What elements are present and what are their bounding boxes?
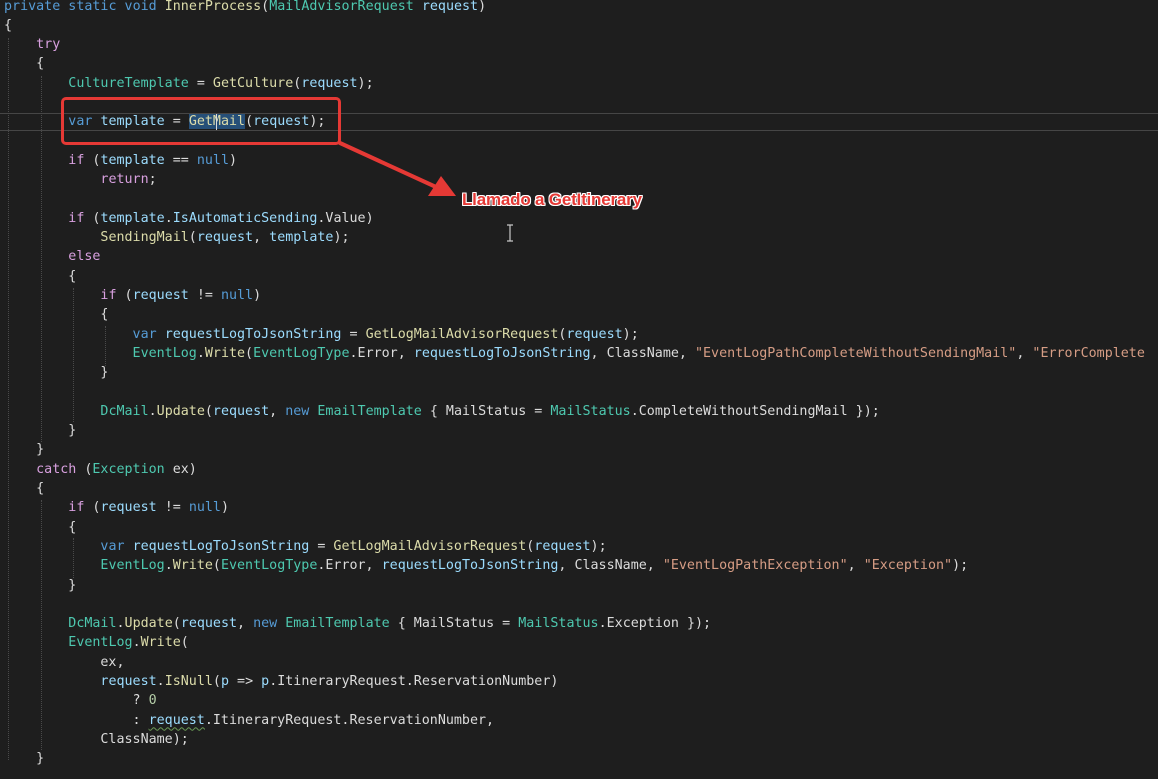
callout-label: Llamado a GetItinerary [462,190,642,209]
ibeam-cursor-icon [507,224,513,242]
code-editor[interactable]: private static void InnerProcess(MailAdv… [0,0,1158,779]
callout-arrow [338,141,456,196]
